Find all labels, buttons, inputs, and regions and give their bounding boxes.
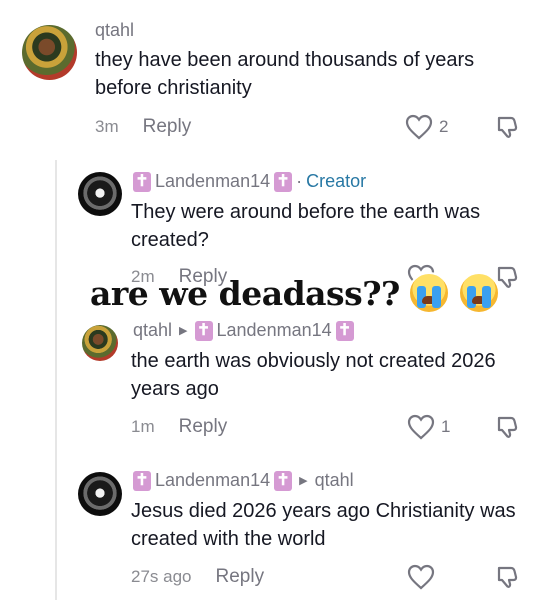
- heart-outline-icon[interactable]: [407, 564, 435, 590]
- triangle-right-icon: ▶: [299, 475, 308, 487]
- comment-username[interactable]: qtahl ▶ ✝ Landenman14 ✝: [133, 320, 354, 341]
- reply-button[interactable]: Reply: [216, 566, 265, 588]
- caption-text: are we deadass??: [90, 273, 400, 313]
- heart-outline-icon: [407, 414, 435, 440]
- latin-cross-icon: ✝: [133, 171, 151, 192]
- reply-button[interactable]: Reply: [143, 116, 192, 138]
- like-count: 1: [441, 417, 451, 436]
- reply-to-username[interactable]: Landenman14: [217, 320, 332, 341]
- comment-time: 1m: [131, 417, 155, 436]
- like-button[interactable]: 1: [407, 414, 450, 440]
- loudly-crying-face-icon: [457, 272, 500, 314]
- reply-button[interactable]: Reply: [179, 416, 228, 438]
- comment-time: 3m: [95, 117, 119, 136]
- creator-badge: Creator: [306, 171, 367, 191]
- comment-meta: 3m Reply: [95, 116, 191, 138]
- thumbs-down-icon[interactable]: [495, 414, 521, 440]
- thread-line: [55, 160, 57, 600]
- comment-text: They were around before the earth was cr…: [131, 201, 481, 251]
- username-text[interactable]: qtahl: [133, 320, 172, 341]
- separator-dot: ·: [296, 171, 303, 191]
- comment-text: the earth was obviously not created 2026…: [131, 350, 496, 400]
- username-text[interactable]: qtahl: [95, 20, 134, 41]
- avatar[interactable]: [82, 325, 118, 361]
- thumbs-down-icon[interactable]: [495, 114, 521, 140]
- overlay-caption: are we deadass??: [90, 272, 500, 314]
- triangle-right-icon: ▶: [179, 325, 188, 337]
- username-text[interactable]: Landenman14: [155, 171, 270, 192]
- comment-username[interactable]: ✝ Landenman14 ✝ · Creator: [133, 171, 366, 192]
- comment-time: 27s ago: [131, 567, 192, 586]
- comment-text: they have been around thousands of years…: [95, 49, 475, 99]
- comment-meta: 1m Reply: [131, 416, 227, 438]
- latin-cross-icon: ✝: [274, 470, 293, 491]
- avatar[interactable]: [78, 172, 122, 216]
- latin-cross-icon: ✝: [194, 320, 213, 341]
- latin-cross-icon: ✝: [274, 171, 293, 192]
- reply-to-username[interactable]: qtahl: [315, 470, 354, 491]
- comment-meta: 27s ago Reply: [131, 566, 264, 588]
- heart-outline-icon: [405, 114, 433, 140]
- comment-text: Jesus died 2026 years ago Christianity w…: [131, 500, 516, 550]
- loudly-crying-face-icon: [407, 272, 450, 314]
- like-button[interactable]: 2: [405, 114, 448, 140]
- like-count: 2: [439, 117, 449, 136]
- comment-username[interactable]: ✝ Landenman14 ✝ ▶ qtahl: [133, 470, 354, 491]
- thumbs-down-icon[interactable]: [495, 564, 521, 590]
- avatar[interactable]: [22, 25, 77, 80]
- avatar[interactable]: [78, 472, 122, 516]
- username-text[interactable]: Landenman14: [155, 470, 270, 491]
- latin-cross-icon: ✝: [335, 320, 354, 341]
- latin-cross-icon: ✝: [133, 470, 151, 491]
- comment-username[interactable]: qtahl: [95, 20, 134, 41]
